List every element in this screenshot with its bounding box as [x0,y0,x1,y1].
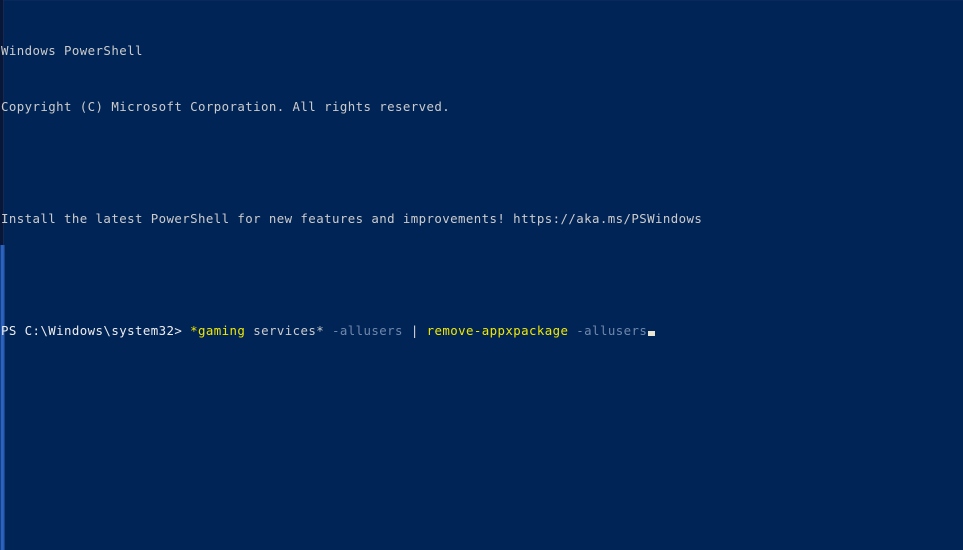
command-token-gaming[interactable]: *gaming [190,323,245,338]
banner-copyright-line: Copyright (C) Microsoft Corporation. All… [1,99,451,114]
command-line-row[interactable]: PS C:\Windows\system32> *gaming services… [0,324,963,338]
command-token-services[interactable]: services* [245,323,324,338]
banner-product-line: Windows PowerShell [1,43,143,58]
powershell-console-window[interactable]: Windows PowerShell Copyright (C) Microso… [0,0,963,550]
console-text-buffer[interactable]: Windows PowerShell Copyright (C) Microso… [0,0,963,380]
banner-blank-line-2 [0,268,963,282]
text-cursor [648,331,656,336]
command-token-allusers-second[interactable]: -allusers [568,323,647,338]
command-token-remove-appxpackage[interactable]: remove-appxpackage [419,323,569,338]
banner-upgrade-notice: Install the latest PowerShell for new fe… [1,211,703,226]
prompt-path: PS C:\Windows\system32> [1,323,183,338]
command-token-allusers-first[interactable]: -allusers [324,323,403,338]
command-token-pipe[interactable]: | [403,323,419,338]
banner-blank-line-1 [0,156,963,170]
